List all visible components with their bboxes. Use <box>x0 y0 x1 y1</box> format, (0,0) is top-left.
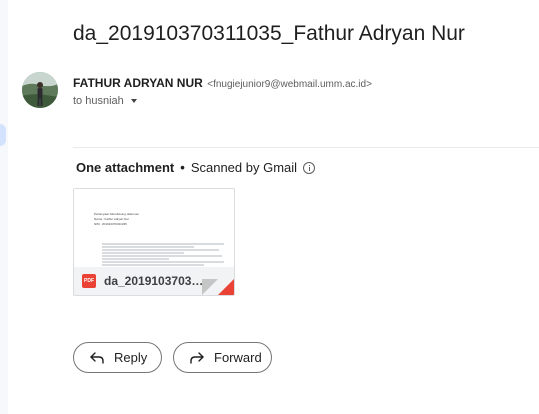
attachment-preview: Pertanyaan Mendukung dokumen Nama : Fath… <box>74 189 234 267</box>
sender-line: FATHUR ADRYAN NUR <fnugiejunior9@webmail… <box>73 74 372 92</box>
recipient-label: to husniah <box>73 95 124 107</box>
reply-icon <box>90 351 104 364</box>
separator-dot: • <box>180 160 185 175</box>
forward-button[interactable]: Forward <box>173 342 272 373</box>
divider <box>73 147 539 148</box>
forward-icon <box>190 351 204 364</box>
recipient-details-toggle[interactable]: to husniah <box>73 95 137 107</box>
reply-button[interactable]: Reply <box>73 342 162 373</box>
chevron-down-icon <box>130 99 137 103</box>
preview-line-3: NIM : 201910370311035 <box>94 222 127 226</box>
fold-shadow <box>202 279 218 295</box>
document-thumbnail: Pertanyaan Mendukung dokumen Nama : Fath… <box>74 189 234 267</box>
preview-line-2: Nama : Fathur Adryan Nur <box>94 217 129 221</box>
page-corner-icon <box>218 279 234 295</box>
pdf-icon-label: PDF <box>84 278 94 284</box>
preview-line-1: Pertanyaan Mendukung dokumen <box>94 212 139 216</box>
rail-indicator[interactable] <box>0 124 6 146</box>
attachment-filename: da_201910370311... <box>104 274 208 288</box>
sender-name[interactable]: FATHUR ADRYAN NUR <box>73 76 203 90</box>
left-rail <box>0 0 8 414</box>
scan-status: Scanned by Gmail <box>190 160 298 175</box>
pdf-icon: PDF <box>82 274 96 288</box>
info-icon[interactable] <box>303 161 316 174</box>
forward-label: Forward <box>214 350 262 365</box>
avatar[interactable] <box>22 72 58 108</box>
sender-email[interactable]: <fnugiejunior9@webmail.umm.ac.id> <box>207 79 372 90</box>
attachments-header: One attachment • Scanned by Gmail <box>76 160 316 175</box>
attachment-count: One attachment <box>76 160 175 175</box>
reply-label: Reply <box>114 350 148 365</box>
avatar-photo <box>22 72 58 108</box>
email-subject: da_201910370311035_Fathur Adryan Nur <box>73 22 465 45</box>
attachment-card[interactable]: Pertanyaan Mendukung dokumen Nama : Fath… <box>73 188 235 296</box>
